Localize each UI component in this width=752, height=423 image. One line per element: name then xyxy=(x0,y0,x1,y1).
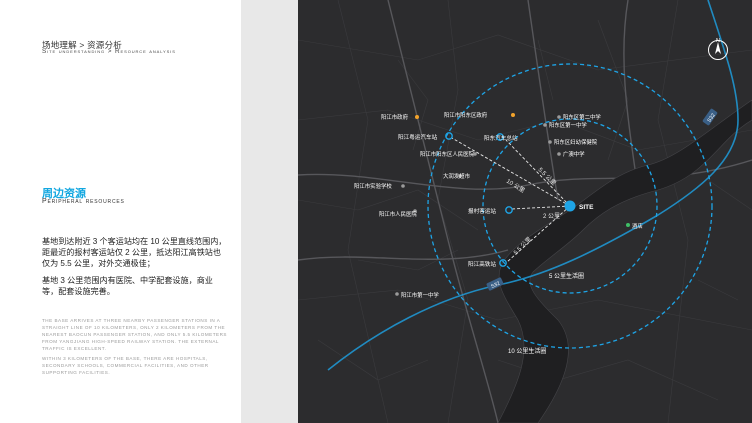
poi-dot-school1 xyxy=(543,123,547,127)
map-image: S32 S32 5.5 公里 10 公里 2 公里 5.5 公里 SITE 阳江… xyxy=(298,0,752,423)
paragraph-en-transport: The base arrives at three nearby passeng… xyxy=(42,318,227,351)
poi-dot-gov xyxy=(415,115,419,119)
poi-label-school2: 阳东区第二中学 xyxy=(563,113,601,121)
paragraph-transport: 基地到达附近 3 个客运站均在 10 公里直线范围内，距最近的报村客运站仅 2 … xyxy=(42,237,227,269)
poi-dot-exp-school xyxy=(401,184,405,188)
poi-dot-maternal xyxy=(548,140,552,144)
poi-dot-school2 xyxy=(557,115,561,119)
ring-label-5km: 5 公里生活圈 xyxy=(549,272,584,280)
poi-label-maternal: 阳东区妇幼保健院 xyxy=(554,138,598,146)
poi-dot-hotel xyxy=(626,223,630,227)
poi-label-rtmart: 大润发超市 xyxy=(443,172,471,180)
poi-dot-no1-school xyxy=(395,292,399,296)
poi-label-hotel: 酒店 xyxy=(632,222,643,230)
poi-label-guangao: 广澳中学 xyxy=(563,150,585,158)
poi-dot-yangdong-gov xyxy=(511,113,515,117)
ring-label-10km: 10 公里生活圈 xyxy=(508,347,546,355)
poi-dot-guangao xyxy=(557,152,561,156)
compass-label: N xyxy=(716,38,720,44)
station-label-hsr: 阳江高铁站 xyxy=(468,260,496,268)
poi-label-hospital: 阳江市人民医院 xyxy=(379,210,417,218)
paragraph-facilities: 基地 3 公里范围内有医院、中学配套设施，商业等，配套设施完善。 xyxy=(42,276,213,297)
poi-label-no1-school: 阳江市第一中学 xyxy=(401,291,439,299)
station-label-yueyun: 阳江粤运汽车站 xyxy=(398,133,438,141)
site-label: SITE xyxy=(579,204,594,211)
map-svg: S32 S32 5.5 公里 10 公里 2 公里 5.5 公里 SITE 阳江… xyxy=(298,0,752,423)
dist-label-3: 2 公里 xyxy=(543,213,560,220)
station-label-yangdong: 阳东汽车总站 xyxy=(484,134,518,142)
left-text-panel: 场地理解 > 资源分析 Site understanding > Resourc… xyxy=(0,0,241,423)
poi-label-school1: 阳东区第一中学 xyxy=(549,121,587,129)
station-label-baocun: 报村客运站 xyxy=(468,207,496,215)
poi-label-exp-school: 阳江市实验学校 xyxy=(354,182,392,190)
section-title-en: Peripheral resources xyxy=(42,198,125,205)
breadcrumb-en: Site understanding > Resource analysis xyxy=(42,48,176,55)
poi-label-yangdong-gov: 阳江市阳东区政府 xyxy=(444,111,488,119)
resource-map: S32 S32 5.5 公里 10 公里 2 公里 5.5 公里 SITE 阳江… xyxy=(241,0,752,423)
map-gap xyxy=(241,0,298,423)
paragraph-en-facilities: Within 3 kilometers of the base, there a… xyxy=(42,356,209,375)
poi-label-hospital-yangdong: 阳江市阳东区人民医院 xyxy=(420,150,475,158)
poi-label-gov: 阳江市政府 xyxy=(381,113,409,121)
site-marker xyxy=(564,200,576,212)
